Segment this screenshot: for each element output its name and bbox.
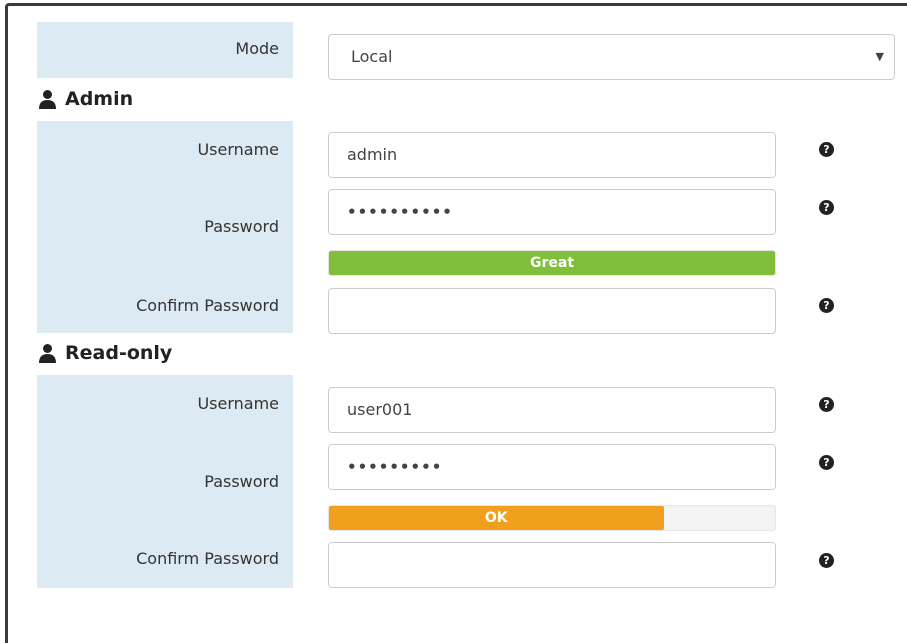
readonly-strength-label: OK [484, 510, 508, 526]
readonly-strength-meter: OK [328, 505, 776, 531]
mode-label-cell: Mode [37, 22, 293, 78]
help-icon[interactable]: ? [819, 200, 834, 215]
admin-confirm-label: Confirm Password [136, 296, 279, 315]
user-icon [39, 344, 56, 363]
readonly-section-title: Read-only [38, 342, 172, 364]
admin-section-title: Admin [38, 88, 133, 110]
admin-strength-label: Great [529, 255, 575, 271]
admin-label-cell: Username Password Confirm Password [37, 121, 293, 333]
readonly-confirm-input[interactable] [328, 542, 776, 588]
admin-password-input[interactable]: •••••••••• [328, 189, 776, 235]
help-icon[interactable]: ? [819, 298, 834, 313]
readonly-username-input[interactable]: user001 [328, 387, 776, 433]
readonly-confirm-label: Confirm Password [136, 549, 279, 568]
help-icon[interactable]: ? [819, 397, 834, 412]
readonly-label-cell: Username Password Confirm Password [37, 375, 293, 588]
admin-username-input[interactable]: admin [328, 132, 776, 178]
help-icon[interactable]: ? [819, 553, 834, 568]
admin-username-label: Username [197, 140, 279, 159]
admin-confirm-input[interactable] [328, 288, 776, 334]
admin-password-label: Password [204, 217, 279, 236]
readonly-username-label: Username [197, 394, 279, 413]
readonly-title: Read-only [65, 342, 173, 364]
user-icon [39, 90, 56, 109]
mode-select[interactable]: Local ▼ [328, 34, 895, 80]
help-icon[interactable]: ? [819, 142, 834, 157]
admin-title: Admin [65, 88, 134, 110]
readonly-password-input[interactable]: ••••••••• [328, 444, 776, 490]
mode-label: Mode [235, 39, 279, 58]
admin-strength-meter: Great [328, 250, 776, 276]
chevron-down-icon: ▼ [875, 50, 884, 63]
readonly-password-label: Password [204, 472, 279, 491]
help-icon[interactable]: ? [819, 455, 834, 470]
mode-selected-value: Local [351, 47, 393, 66]
